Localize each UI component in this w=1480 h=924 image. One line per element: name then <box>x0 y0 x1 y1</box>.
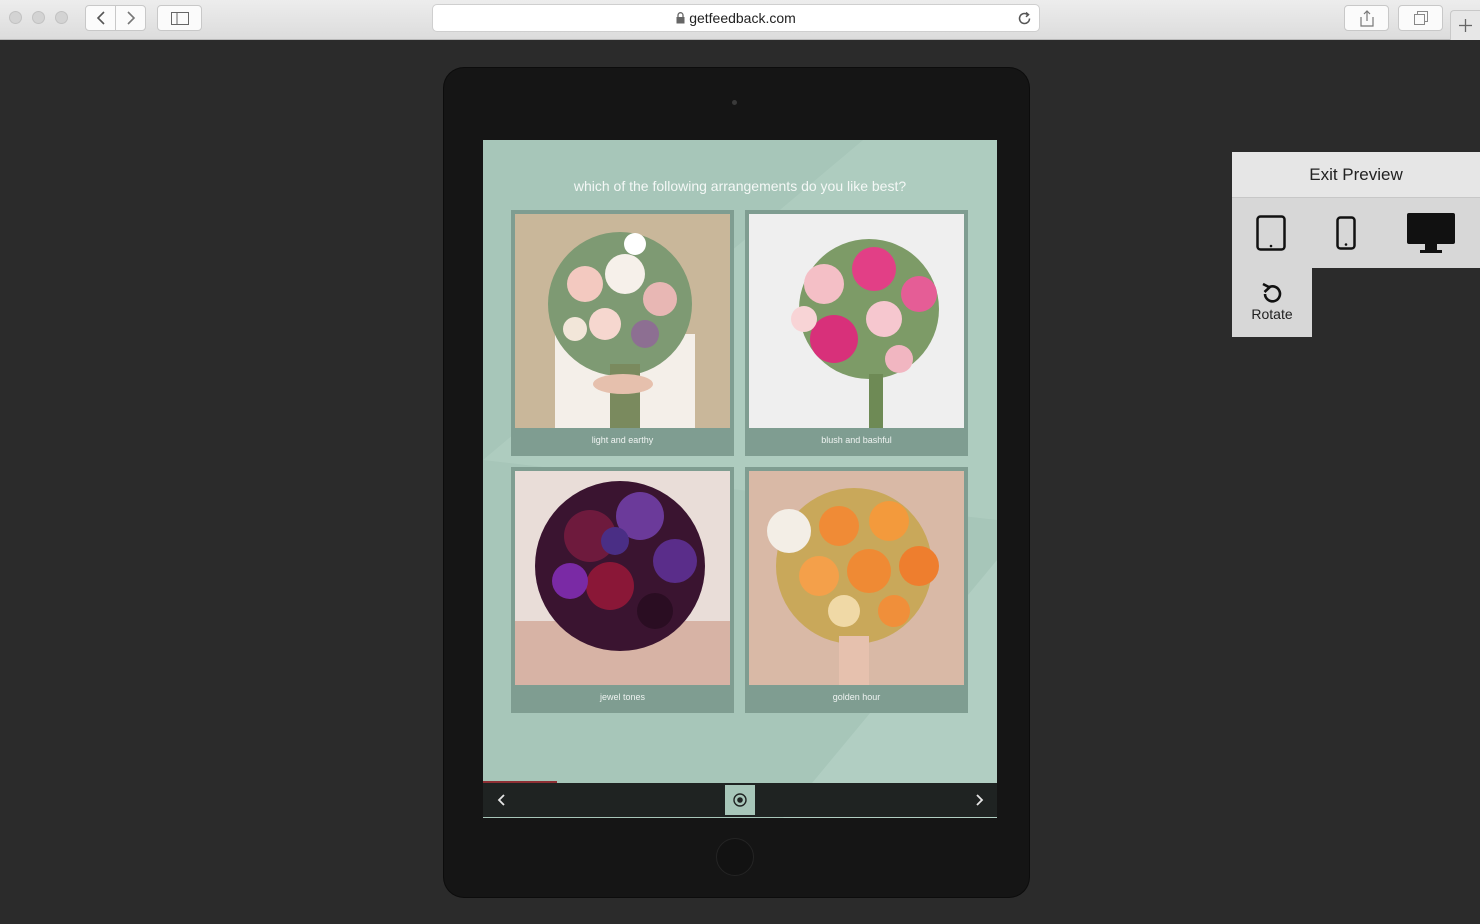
rotate-icon <box>1262 282 1282 303</box>
exit-preview-button[interactable]: Exit Preview <box>1232 152 1480 198</box>
option-card-light-and-earthy[interactable]: light and earthy <box>511 210 734 456</box>
reload-icon[interactable] <box>1017 11 1032 26</box>
sidebar-toggle-button[interactable] <box>157 5 202 31</box>
camera-dot <box>732 100 737 105</box>
rotate-label: Rotate <box>1251 306 1293 322</box>
show-tabs-button[interactable] <box>1398 5 1443 31</box>
tabs-icon <box>1413 11 1428 25</box>
phone-icon[interactable] <box>1336 216 1356 250</box>
forward-button[interactable] <box>115 5 146 31</box>
option-caption: light and earthy <box>591 435 654 445</box>
previous-question-button[interactable] <box>495 793 509 807</box>
address-bar[interactable]: getfeedback.com <box>432 4 1040 32</box>
sidebar-icon <box>170 11 189 25</box>
back-button[interactable] <box>85 5 116 31</box>
option-caption: golden hour <box>832 692 881 702</box>
home-button <box>716 838 754 876</box>
share-button[interactable] <box>1344 5 1389 31</box>
zoom-window-button[interactable] <box>55 11 68 24</box>
minimize-window-button[interactable] <box>32 11 45 24</box>
target-icon <box>733 793 747 807</box>
lock-icon <box>676 12 685 24</box>
option-card-jewel-tones[interactable]: jewel tones <box>511 467 734 713</box>
next-question-button[interactable] <box>972 793 986 807</box>
bouquet-photo <box>749 214 964 428</box>
option-caption: jewel tones <box>599 692 646 702</box>
desktop-icon[interactable] <box>1406 212 1456 254</box>
browser-toolbar: getfeedback.com <box>0 0 1480 40</box>
close-window-button[interactable] <box>9 11 22 24</box>
option-caption: blush and bashful <box>821 435 892 445</box>
new-tab-button[interactable] <box>1450 10 1480 40</box>
preview-panel: Exit Preview <box>1232 152 1480 268</box>
option-card-blush-and-bashful[interactable]: blush and bashful <box>745 210 968 456</box>
tablet-icon[interactable] <box>1256 215 1286 251</box>
share-icon <box>1359 9 1374 27</box>
option-card-golden-hour[interactable]: golden hour <box>745 467 968 713</box>
plus-icon <box>1459 19 1472 32</box>
rotate-button[interactable]: Rotate <box>1232 268 1312 337</box>
question-text: which of the following arrangements do y… <box>573 178 907 194</box>
survey-navigation-bar <box>483 783 997 817</box>
survey-screen: which of the following arrangements do y… <box>483 140 997 818</box>
url-text: getfeedback.com <box>689 10 796 26</box>
page-indicator-button[interactable] <box>725 785 755 815</box>
bouquet-photo <box>515 214 730 428</box>
chevron-left-icon <box>96 11 105 25</box>
chevron-right-icon <box>126 11 135 25</box>
bouquet-photo <box>515 471 730 685</box>
bouquet-photo <box>749 471 964 685</box>
